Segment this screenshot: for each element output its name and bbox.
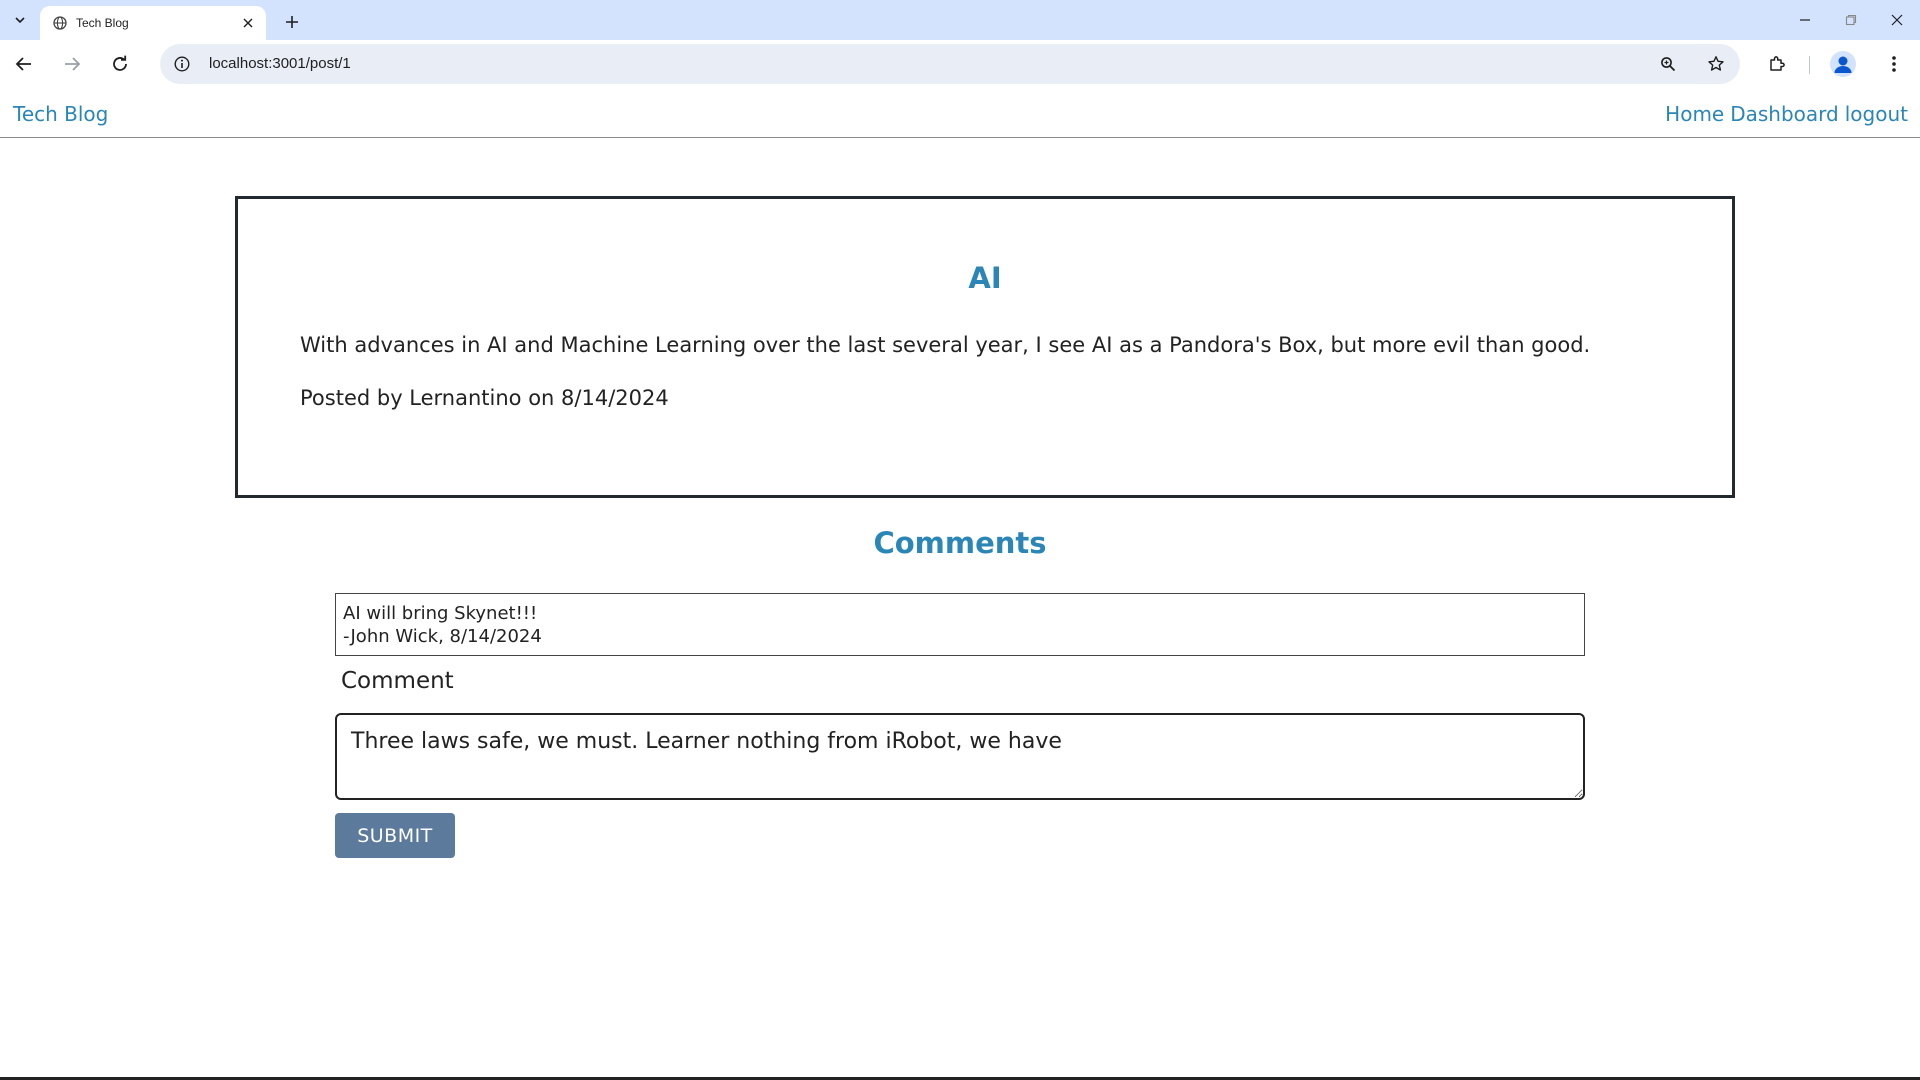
post-body: With advances in AI and Machine Learning… xyxy=(300,333,1591,357)
browser-toolbar: localhost:3001/post/1 xyxy=(0,40,1920,88)
more-vertical-icon[interactable] xyxy=(1878,48,1910,80)
globe-icon xyxy=(52,15,68,31)
comment-input[interactable]: Three laws safe, we must. Learner nothin… xyxy=(335,713,1585,800)
nav-home-link[interactable]: Home xyxy=(1665,102,1724,126)
tab-search-icon[interactable] xyxy=(8,8,32,32)
forward-arrow-icon[interactable] xyxy=(56,48,88,80)
submit-button[interactable]: SUBMIT xyxy=(335,813,455,858)
site-header: Tech Blog Home Dashboard logout xyxy=(0,88,1920,138)
back-arrow-icon[interactable] xyxy=(8,48,40,80)
info-icon[interactable] xyxy=(168,50,196,78)
nav-dashboard-link[interactable]: Dashboard xyxy=(1730,102,1839,126)
comments-heading: Comments xyxy=(873,526,1047,560)
restore-icon[interactable] xyxy=(1828,6,1874,34)
address-bar[interactable]: localhost:3001/post/1 xyxy=(160,44,1740,84)
browser-tabstrip: Tech Blog xyxy=(0,0,1920,40)
comment-byline: -John Wick, 8/14/2024 xyxy=(343,626,542,647)
page-viewport: Tech Blog Home Dashboard logout AI With ad… xyxy=(0,88,1920,1080)
close-tab-icon[interactable] xyxy=(238,13,258,33)
profile-avatar-icon[interactable] xyxy=(1830,51,1856,77)
browser-tab[interactable]: Tech Blog xyxy=(40,6,266,40)
new-tab-icon[interactable] xyxy=(280,10,304,34)
toolbar-separator xyxy=(1809,56,1810,74)
post-title: AI xyxy=(968,261,1002,295)
site-brand-link[interactable]: Tech Blog xyxy=(13,102,108,126)
comment-item: AI will bring Skynet!!! -John Wick, 8/14… xyxy=(335,593,1585,656)
site-nav: Home Dashboard logout xyxy=(1659,102,1908,126)
comment-text: AI will bring Skynet!!! xyxy=(343,603,538,624)
nav-logout-link[interactable]: logout xyxy=(1845,102,1908,126)
window-close-icon[interactable] xyxy=(1874,6,1920,34)
post-meta: Posted by Lernantino on 8/14/2024 xyxy=(300,386,669,410)
tab-title: Tech Blog xyxy=(76,16,129,30)
comment-label: Comment xyxy=(341,668,454,694)
post-card: AI With advances in AI and Machine Learn… xyxy=(235,196,1735,498)
bookmark-star-icon[interactable] xyxy=(1702,50,1730,78)
zoom-icon[interactable] xyxy=(1654,50,1682,78)
reload-icon[interactable] xyxy=(104,48,136,80)
url-text[interactable]: localhost:3001/post/1 xyxy=(209,55,351,72)
extensions-puzzle-icon[interactable] xyxy=(1761,48,1793,80)
minimize-icon[interactable] xyxy=(1782,6,1828,34)
